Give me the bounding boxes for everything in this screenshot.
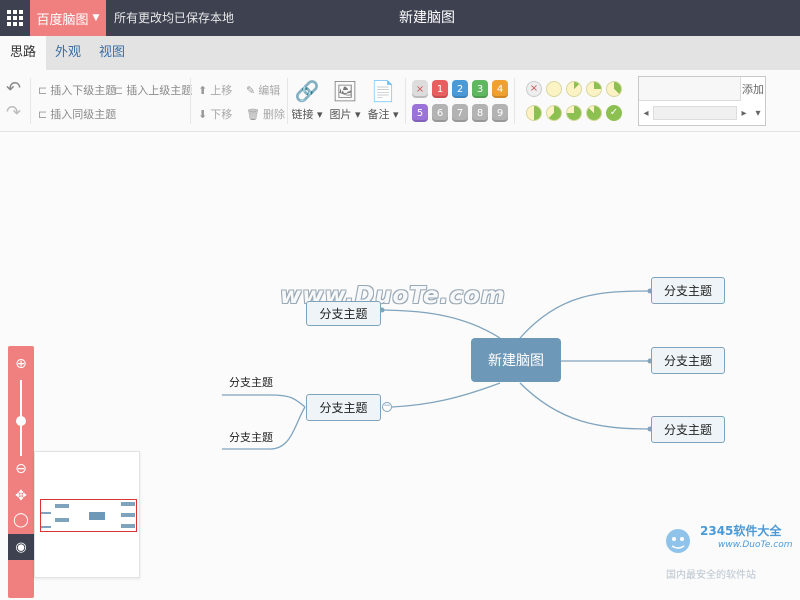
scroll-right-icon[interactable]: ▸: [737, 108, 751, 119]
note-label: 备注: [367, 108, 390, 121]
image-label: 图片: [329, 108, 352, 121]
top-bar: 百度脑图 ▼ 所有更改均已保存本地 新建脑图: [0, 0, 800, 36]
site-logo-slogan: 国内最安全的软件站: [666, 570, 756, 581]
right-branch-topic[interactable]: 分支主题: [651, 416, 725, 443]
progress-clear-button[interactable]: ×: [526, 81, 542, 97]
image-icon: 🖼: [332, 79, 358, 103]
move-hand-icon[interactable]: ✥: [11, 486, 31, 506]
link-button[interactable]: 🔗 链接 ▾: [290, 78, 324, 122]
insert-parent-button[interactable]: ⊏ 插入上级主题: [114, 82, 192, 98]
tab-thinking[interactable]: 思路: [0, 36, 47, 70]
insert-sibling-button[interactable]: ⊏ 插入同级主题: [38, 106, 116, 122]
leaf-topic[interactable]: 分支主题: [229, 429, 273, 445]
note-button[interactable]: 📄 备注 ▾: [366, 78, 400, 122]
priority-9-button[interactable]: 9: [492, 104, 508, 122]
zoom-out-icon[interactable]: ⊖: [11, 459, 31, 479]
brand-menu-button[interactable]: 百度脑图 ▼: [30, 0, 106, 36]
zoom-slider-handle[interactable]: [16, 416, 26, 426]
priority-2-button[interactable]: 2: [452, 80, 468, 98]
link-label: 链接: [291, 108, 314, 121]
resource-panel: 添加 ◂ ▸ ▾: [638, 76, 766, 126]
minimap[interactable]: [34, 451, 140, 578]
priority-7-button[interactable]: 7: [452, 104, 468, 122]
resource-list: ◂ ▸ ▾: [639, 101, 765, 125]
insert-child-button[interactable]: ⊏ 插入下级主题: [38, 82, 116, 98]
leaf-topic[interactable]: 分支主题: [229, 374, 273, 390]
left-branch-topic[interactable]: 分支主题: [306, 394, 381, 421]
resource-input[interactable]: [639, 77, 741, 101]
site-logo-title: 2345软件大全: [700, 524, 782, 538]
right-branch-topic[interactable]: 分支主题: [651, 277, 725, 304]
pencil-icon: ✎: [246, 83, 256, 97]
insert-parent-label: 插入上级主题: [126, 84, 193, 97]
insert-sibling-icon: ⊏: [38, 107, 48, 121]
mascot-icon: [666, 529, 690, 553]
tab-appearance[interactable]: 外观: [45, 36, 91, 70]
resource-add-button[interactable]: 添加: [741, 77, 765, 101]
delete-button[interactable]: 🗑 删除: [246, 106, 285, 122]
move-down-label: 下移: [210, 108, 233, 121]
tab-view[interactable]: 视图: [89, 36, 135, 70]
redo-icon[interactable]: ↷: [6, 102, 21, 123]
right-branch-topic[interactable]: 分支主题: [651, 347, 725, 374]
edit-label: 编辑: [258, 84, 281, 97]
apps-grid-icon[interactable]: [0, 0, 30, 36]
brand-label: 百度脑图: [36, 12, 89, 28]
priority-3-button[interactable]: 3: [472, 80, 488, 98]
move-up-label: 上移: [210, 84, 233, 97]
insert-parent-icon: ⊏: [114, 83, 124, 97]
priority-8-button[interactable]: 8: [472, 104, 488, 122]
locate-root-icon[interactable]: ◯: [11, 510, 31, 530]
progress-level-button[interactable]: [586, 81, 602, 97]
progress-level-button[interactable]: [526, 105, 542, 121]
progress-level-button[interactable]: ✓: [606, 105, 622, 121]
site-logo: 2345软件大全 www.DuoTe.com 国内最安全的软件站: [660, 522, 798, 581]
note-icon: 📄: [370, 79, 396, 103]
zoom-in-icon[interactable]: ⊕: [11, 354, 31, 374]
insert-sibling-label: 插入同级主题: [50, 108, 117, 121]
progress-level-button[interactable]: [566, 105, 582, 121]
resource-scrollbar[interactable]: [653, 106, 737, 120]
caret-down-icon: ▼: [92, 13, 100, 23]
image-button[interactable]: 🖼 图片 ▾: [328, 78, 362, 122]
edit-button[interactable]: ✎ 编辑: [246, 82, 280, 98]
zoom-panel: ⊕ ⊖ ✥ ◯ ◉: [8, 346, 34, 598]
root-topic[interactable]: 新建脑图: [471, 338, 561, 382]
priority-6-button[interactable]: 6: [432, 104, 448, 122]
priority-5-button[interactable]: 5: [412, 104, 428, 122]
document-title[interactable]: 新建脑图: [360, 0, 494, 36]
progress-level-button[interactable]: [546, 81, 562, 97]
arrow-up-icon: ⬆: [198, 83, 208, 97]
priority-clear-button[interactable]: ×: [412, 80, 428, 98]
left-branch-topic[interactable]: 分支主题: [306, 301, 381, 326]
tab-bar: 思路 外观 视图: [0, 36, 800, 70]
save-status: 所有更改均已保存本地: [114, 11, 235, 25]
priority-1-button[interactable]: 1: [432, 80, 448, 98]
link-icon: 🔗: [294, 79, 320, 103]
trash-icon: 🗑: [246, 107, 260, 121]
navigator-toggle-eye-icon[interactable]: ◉: [8, 534, 34, 560]
move-up-button[interactable]: ⬆ 上移: [198, 82, 232, 98]
resource-dropdown-icon[interactable]: ▾: [751, 108, 765, 119]
progress-level-button[interactable]: [606, 81, 622, 97]
delete-label: 删除: [262, 108, 285, 121]
arrow-down-icon: ⬇: [198, 107, 208, 121]
insert-child-label: 插入下级主题: [50, 84, 117, 97]
priority-4-button[interactable]: 4: [492, 80, 508, 98]
move-down-button[interactable]: ⬇ 下移: [198, 106, 232, 122]
collapse-toggle[interactable]: −: [382, 402, 392, 412]
scroll-left-icon[interactable]: ◂: [639, 108, 653, 119]
site-logo-url: www.DuoTe.com: [718, 540, 793, 550]
undo-icon[interactable]: ↶: [6, 78, 21, 99]
insert-child-icon: ⊏: [38, 83, 48, 97]
progress-level-button[interactable]: [566, 81, 582, 97]
progress-level-button[interactable]: [546, 105, 562, 121]
progress-level-button[interactable]: [586, 105, 602, 121]
